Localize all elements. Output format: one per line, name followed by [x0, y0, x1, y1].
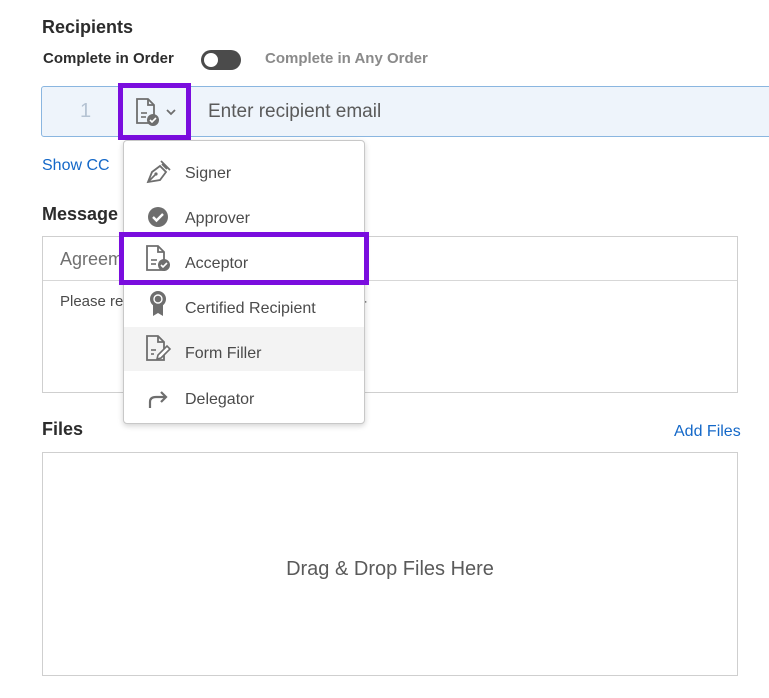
show-cc-link[interactable]: Show CC	[42, 157, 110, 175]
complete-in-any-order-label[interactable]: Complete in Any Order	[265, 50, 428, 67]
order-toggle[interactable]	[201, 50, 241, 70]
document-edit-icon	[146, 335, 172, 361]
pen-nib-icon	[146, 160, 171, 184]
forward-arrow-icon	[148, 391, 168, 408]
toggle-knob	[204, 53, 218, 67]
menu-label-approver: Approver	[185, 210, 250, 227]
message-body-text[interactable]: Please re	[60, 293, 123, 310]
add-files-link[interactable]: Add Files	[674, 423, 741, 441]
chevron-down-icon	[166, 109, 176, 116]
message-title: Message	[42, 204, 119, 224]
menu-label-form-filler: Form Filler	[185, 345, 262, 362]
message-subject-text: Agreem	[60, 249, 124, 269]
document-check-icon	[136, 98, 176, 126]
acceptor-highlight-box	[119, 232, 369, 285]
menu-label-certified-recipient: Certified Recipient	[185, 300, 316, 317]
recipient-email-input[interactable]	[200, 94, 769, 130]
recipients-title: Recipients	[42, 17, 134, 37]
complete-in-order-label[interactable]: Complete in Order	[43, 50, 174, 67]
check-circle-icon	[148, 207, 168, 227]
menu-label-signer: Signer	[185, 165, 232, 182]
files-title: Files	[42, 419, 84, 439]
menu-label-delegator: Delegator	[185, 391, 255, 408]
dropzone-text: Drag & Drop Files Here	[286, 558, 494, 580]
role-dropdown-button[interactable]	[118, 83, 191, 140]
recipient-number: 1	[80, 100, 92, 122]
ribbon-badge-icon	[150, 291, 166, 316]
